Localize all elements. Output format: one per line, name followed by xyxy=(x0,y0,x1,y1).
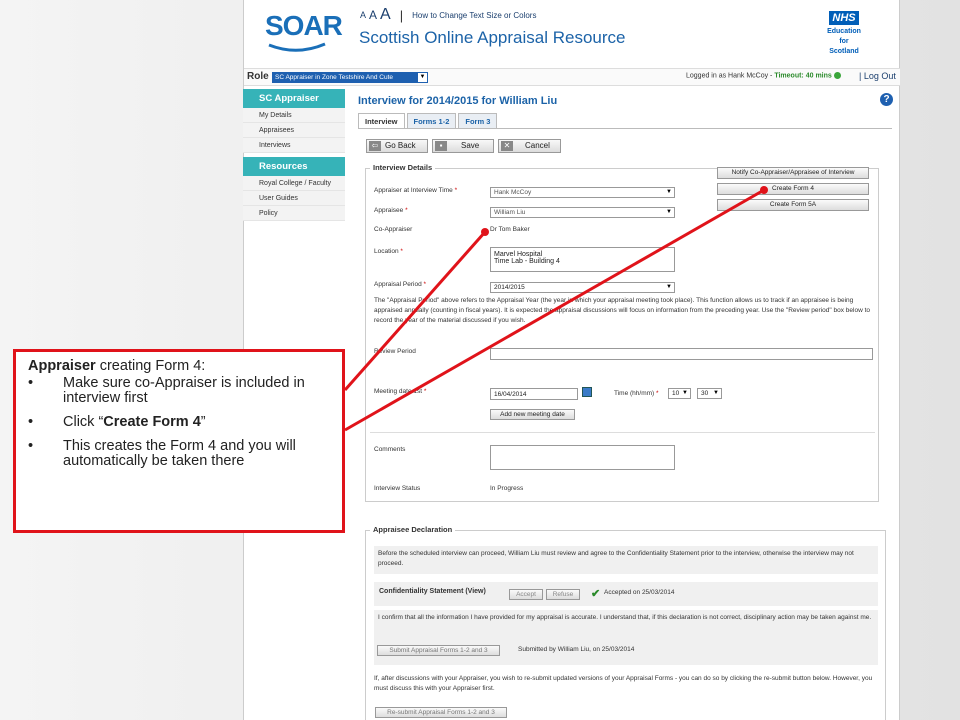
arrow-to-coappraiser xyxy=(343,231,487,391)
callout-bullet-3: This creates the Form 4 and you will aut… xyxy=(28,439,332,469)
arrow-dot-create-form-4 xyxy=(760,186,768,194)
instruction-callout: Appraiser creating Form 4: Make sure co-… xyxy=(13,349,345,533)
callout-list: Make sure co-Appraiser is included in in… xyxy=(28,376,332,469)
callout-heading: Appraiser creating Form 4: xyxy=(28,358,206,374)
callout-bullet-2: Click “Create Form 4” xyxy=(28,415,332,431)
arrow-dot-coappraiser xyxy=(481,228,489,236)
arrow-to-create-form-4 xyxy=(344,188,765,432)
callout-bullet-1: Make sure co-Appraiser is included in in… xyxy=(28,376,332,406)
